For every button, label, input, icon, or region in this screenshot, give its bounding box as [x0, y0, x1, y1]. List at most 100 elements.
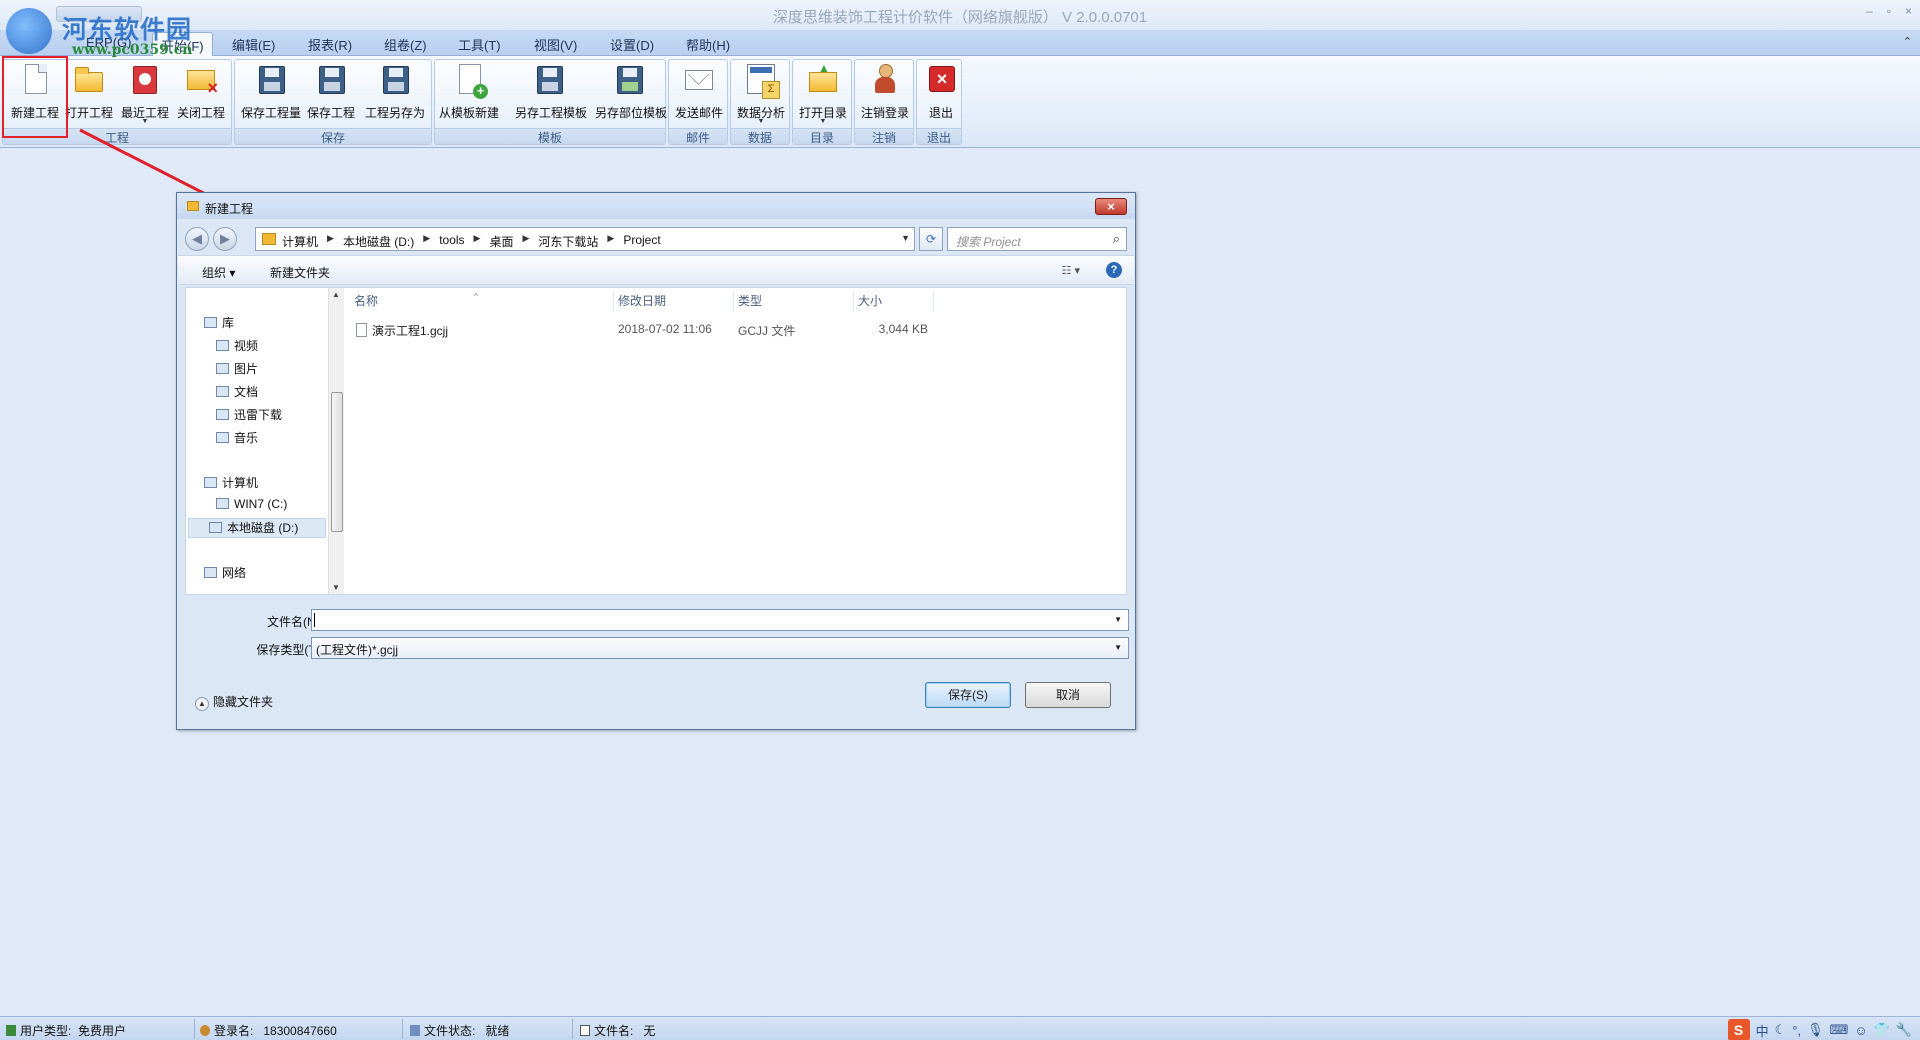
filename-input[interactable]: ▼ [311, 609, 1129, 631]
nav-music[interactable]: 音乐 [216, 429, 258, 449]
user-icon[interactable]: ☺ [1854, 1023, 1867, 1038]
file-row[interactable]: 演示工程1.gcjj 2018-07-02 11:06 GCJJ 文件 3,04… [350, 318, 1126, 340]
minimize-button[interactable]: – [1866, 4, 1873, 18]
scroll-thumb[interactable] [331, 392, 343, 532]
save-quantity-button[interactable]: 保存工程量 [241, 62, 301, 128]
ribbon-group-mail: 发送邮件 邮件 [668, 59, 728, 145]
file-icon [356, 323, 367, 337]
menu-volume[interactable]: 组卷(Z) [384, 35, 427, 54]
moon-icon[interactable]: ☾ [1775, 1022, 1787, 1038]
ribbon-group-save: 保存工程量 保存工程 工程另存为 保存 [234, 59, 432, 145]
menu-tools[interactable]: 工具(T) [458, 35, 501, 54]
ribbon-collapse-icon[interactable]: ⌃ [1903, 35, 1912, 48]
file-list: 名称 ^ 修改日期 类型 大小 演示工程1.gcjj 2018-07-02 11:… [350, 288, 1126, 594]
chevron-down-icon: ▼ [819, 118, 827, 125]
sort-ascending-icon: ^ [474, 292, 478, 301]
cancel-button[interactable]: 取消 [1025, 682, 1111, 708]
logout-button[interactable]: 注销登录 [855, 62, 915, 128]
nav-libraries[interactable]: 库 [204, 314, 234, 334]
address-bar[interactable]: 计算机 ▶ 本地磁盘 (D:) ▶ tools ▶ 桌面 ▶ 河东下载站 ▶ Projec… [255, 227, 915, 251]
command-bar: 组织 ▾ 新建文件夹 ☷ ▾ ? [178, 255, 1134, 285]
column-size[interactable]: 大小 [854, 292, 934, 312]
microphone-icon[interactable]: 🎙 [1807, 1022, 1824, 1038]
hide-folders-toggle[interactable]: ▲ 隐藏文件夹 [195, 693, 273, 711]
chevron-down-icon[interactable]: ▼ [1114, 615, 1122, 624]
breadcrumb-item[interactable]: Project [623, 233, 660, 250]
new-folder-button[interactable]: 新建文件夹 [270, 264, 330, 281]
nav-documents[interactable]: 文档 [216, 383, 258, 403]
breadcrumb-item[interactable]: tools [439, 233, 464, 250]
breadcrumb-item[interactable]: 河东下载站 [538, 233, 598, 250]
shirt-icon[interactable]: 👕 [1874, 1022, 1890, 1038]
exit-button[interactable]: × 退出 [911, 62, 971, 128]
search-input[interactable]: 搜索 Project ⌕ [947, 227, 1127, 251]
menu-view[interactable]: 视图(V) [534, 35, 577, 54]
menu-start[interactable]: 开始(F) [152, 32, 213, 56]
ribbon-group-directory: 打开目录 ▼ 目录 [792, 59, 852, 145]
keyboard-icon[interactable]: ⌨ [1830, 1022, 1849, 1038]
column-modified[interactable]: 修改日期 [614, 292, 734, 312]
chevron-down-icon[interactable]: ▼ [901, 233, 910, 243]
nav-drive-c[interactable]: WIN7 (C:) [216, 497, 287, 517]
nav-network[interactable]: 网络 [204, 564, 246, 584]
recent-projects-button[interactable]: 最近工程 ▼ [115, 62, 175, 128]
ribbon-group-exit: × 退出 退出 [916, 59, 962, 145]
refresh-icon[interactable]: ⟳ [919, 227, 943, 251]
nav-videos[interactable]: 视频 [216, 337, 258, 357]
new-from-template-button[interactable]: 从模板新建 [439, 62, 499, 128]
help-icon[interactable]: ? [1106, 262, 1122, 278]
save-project-template-button[interactable]: 另存工程模板 [515, 62, 587, 128]
ime-toolbar[interactable]: S 中 ☾ °, 🎙 ⌨ ☺ 👕 🔧 [1727, 1019, 1912, 1040]
breadcrumb-item[interactable]: 计算机 [282, 233, 318, 250]
column-name[interactable]: 名称 ^ [350, 292, 614, 312]
exit-icon: × [925, 64, 957, 96]
save-part-template-button[interactable]: 另存部位模板 [595, 62, 667, 128]
nav-xunlei-downloads[interactable]: 迅雷下载 [216, 406, 282, 426]
forward-button[interactable]: ▶ [213, 227, 237, 251]
filetype-value: (工程文件)*.gcjj [316, 643, 399, 657]
nav-computer[interactable]: 计算机 [204, 474, 258, 494]
sogou-logo-icon: S [1727, 1019, 1750, 1040]
data-analysis-button[interactable]: 数据分析 ▼ [731, 62, 791, 128]
group-label: 模板 [435, 128, 665, 145]
back-button[interactable]: ◀ [185, 227, 209, 251]
open-directory-button[interactable]: 打开目录 ▼ [793, 61, 853, 128]
chevron-down-icon: ▼ [1114, 643, 1122, 652]
group-label: 邮件 [669, 128, 727, 145]
save-as-button[interactable]: 工程另存为 [365, 62, 425, 128]
close-project-button[interactable]: 关闭工程 [171, 62, 231, 128]
breadcrumb-item[interactable]: 本地磁盘 (D:) [343, 233, 414, 250]
menu-erp[interactable]: ERP(G) [86, 35, 132, 50]
menu-help[interactable]: 帮助(H) [686, 35, 730, 54]
filetype-select[interactable]: (工程文件)*.gcjj ▼ [311, 637, 1129, 659]
save-project-button[interactable]: 保存工程 [301, 62, 361, 128]
window-controls: – ▫ × [1866, 4, 1912, 18]
open-project-button[interactable]: 打开工程 [59, 62, 119, 128]
view-options-icon[interactable]: ☷ ▾ [1062, 264, 1080, 277]
nav-pictures[interactable]: 图片 [216, 360, 258, 380]
menu-settings[interactable]: 设置(D) [610, 35, 654, 54]
column-type[interactable]: 类型 [734, 292, 854, 312]
nav-drive-d[interactable]: 本地磁盘 (D:) [188, 518, 326, 538]
menu-report[interactable]: 报表(R) [308, 35, 352, 54]
menu-edit[interactable]: 编辑(E) [232, 35, 275, 54]
open-folder-icon [73, 64, 105, 96]
organize-button[interactable]: 组织 ▾ [202, 264, 235, 281]
text-caret [314, 613, 315, 627]
group-label: 退出 [917, 128, 961, 145]
save-button[interactable]: 保存(S) [925, 682, 1011, 708]
scroll-down-icon[interactable]: ▼ [332, 583, 340, 592]
breadcrumb-item[interactable]: 桌面 [489, 233, 513, 250]
chevron-up-icon: ▲ [195, 697, 209, 711]
punctuation-icon[interactable]: °, [1792, 1023, 1801, 1038]
close-window-button[interactable]: × [1905, 4, 1912, 18]
ribbon-group-template: 从模板新建 另存工程模板 另存部位模板 模板 [434, 59, 667, 145]
maximize-button[interactable]: ▫ [1887, 4, 1891, 18]
search-icon[interactable]: ⌕ [1113, 231, 1120, 247]
ime-mode[interactable]: 中 [1756, 1021, 1769, 1040]
dialog-close-button[interactable]: × [1095, 198, 1127, 215]
wrench-icon[interactable]: 🔧 [1896, 1022, 1912, 1038]
send-mail-button[interactable]: 发送邮件 [669, 62, 729, 128]
scroll-up-icon[interactable]: ▲ [332, 290, 340, 299]
nav-scrollbar[interactable]: ▲ ▼ [328, 288, 344, 594]
